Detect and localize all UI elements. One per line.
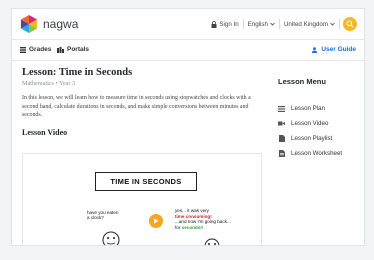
country-label: United Kingdom — [283, 20, 328, 28]
video-bubble-right: yes... it was very time consuming! ...an… — [175, 208, 231, 230]
chevron-down-icon — [330, 22, 335, 26]
portals-label: Portals — [67, 46, 90, 53]
menu-item-label: Lesson Plan — [291, 105, 326, 112]
page-title: Lesson: Time in Seconds — [22, 67, 133, 78]
play-button[interactable] — [149, 214, 163, 228]
menu-item-lesson-playlist[interactable]: Lesson Playlist — [278, 131, 360, 146]
lesson-menu-list: Lesson Plan Lesson Video Lesson Playlist… — [278, 101, 360, 161]
lock-icon — [211, 20, 217, 28]
nagwa-logo-icon[interactable] — [20, 15, 38, 33]
lesson-menu: Lesson Menu Lesson Plan Lesson Video Les… — [278, 77, 360, 161]
user-guide-label: User Guide — [321, 46, 356, 53]
user-guide-icon — [312, 46, 318, 53]
grid-icon — [20, 46, 26, 53]
video-icon — [278, 120, 285, 127]
chevron-down-icon — [270, 22, 275, 26]
brand-name[interactable]: nagwa — [43, 17, 78, 31]
video-title: TIME IN SECONDS — [95, 172, 197, 191]
search-button[interactable] — [343, 17, 357, 31]
top-navbar: nagwa Sign In English United Kingdom — [12, 9, 364, 40]
top-actions: Sign In English United Kingdom — [207, 16, 357, 32]
language-label: English — [247, 20, 268, 28]
menu-item-label: Lesson Worksheet — [291, 150, 343, 157]
play-icon — [154, 218, 159, 224]
bubble-right-line-3: for seconds!! — [175, 225, 231, 231]
search-icon — [346, 20, 354, 28]
cartoon-character-right — [204, 238, 220, 245]
playlist-icon — [278, 135, 285, 142]
list-icon — [278, 105, 285, 112]
lesson-video-heading: Lesson Video — [22, 127, 68, 137]
grades-menu[interactable]: Grades — [20, 46, 51, 53]
bubble-left-line-2: a clock? — [87, 215, 104, 221]
lesson-description: In this lesson, we will learn how to mea… — [22, 95, 251, 119]
grades-label: Grades — [29, 46, 52, 53]
sign-in-link[interactable]: Sign In — [207, 19, 244, 29]
lesson-subject: Mathematics • Year 3 — [22, 80, 76, 87]
lesson-menu-heading: Lesson Menu — [278, 77, 326, 86]
video-player[interactable]: TIME IN SECONDS have you eaten a clock? … — [22, 153, 262, 245]
portals-menu[interactable]: Portals — [57, 46, 89, 53]
portal-icon — [57, 46, 64, 53]
language-select[interactable]: English — [244, 19, 280, 29]
video-bubble-left: have you eaten a clock? — [87, 210, 118, 221]
menu-item-label: Lesson Video — [291, 120, 329, 127]
page-frame: nagwa Sign In English United Kingdom Gra… — [11, 8, 365, 246]
secondary-navbar: Grades Portals User Guide — [12, 40, 364, 61]
menu-item-lesson-plan[interactable]: Lesson Plan — [278, 101, 360, 116]
worksheet-icon — [278, 150, 285, 157]
sign-in-label: Sign In — [219, 20, 239, 28]
user-guide-link[interactable]: User Guide — [311, 46, 356, 53]
bubble-right-for: for — [175, 224, 181, 230]
menu-item-lesson-worksheet[interactable]: Lesson Worksheet — [278, 146, 360, 161]
cartoon-character-left — [102, 231, 120, 245]
menu-item-lesson-video[interactable]: Lesson Video — [278, 116, 360, 131]
country-select[interactable]: United Kingdom — [280, 19, 340, 29]
bubble-right-green: seconds!! — [181, 224, 204, 230]
menu-item-label: Lesson Playlist — [291, 135, 333, 142]
lesson-content: Lesson: Time in Seconds Mathematics • Ye… — [22, 67, 267, 137]
